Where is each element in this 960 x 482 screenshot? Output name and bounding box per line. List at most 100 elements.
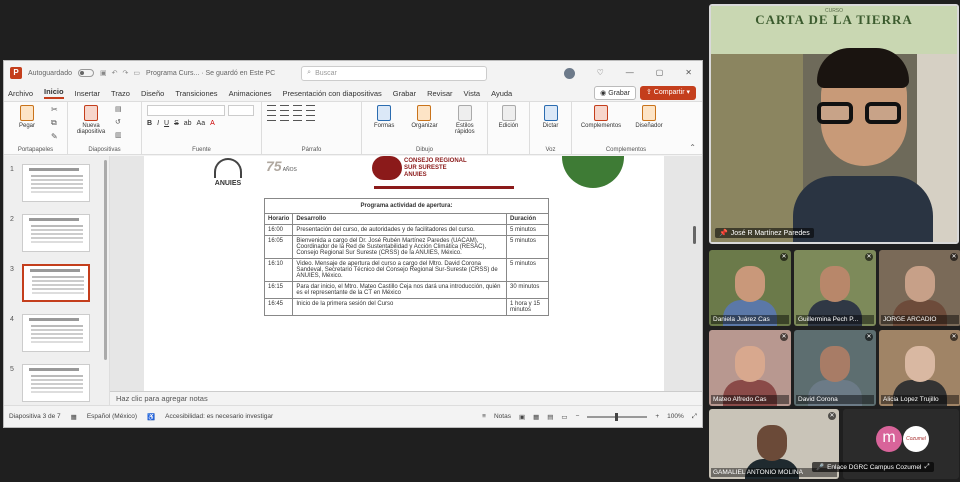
editing-button[interactable]: Edición bbox=[493, 105, 524, 129]
thumbnail[interactable]: 1 bbox=[10, 164, 109, 204]
addins-button[interactable]: Complementos bbox=[577, 105, 625, 129]
slide-canvas: ANUIES 75 AÑOS CONSEJO REGIONAL SUR SURE… bbox=[110, 156, 702, 405]
language-status[interactable]: Español (México) bbox=[87, 413, 137, 420]
participant-tile[interactable]: ✕ David Corona bbox=[794, 330, 876, 406]
align-right-icon[interactable] bbox=[293, 115, 302, 121]
zoom-in-icon[interactable]: + bbox=[655, 413, 659, 420]
tab-trazo[interactable]: Trazo bbox=[111, 89, 130, 98]
bullets-icon[interactable] bbox=[267, 105, 276, 111]
italic-icon[interactable]: I bbox=[157, 120, 159, 127]
close-button[interactable]: ✕ bbox=[685, 68, 692, 79]
dictate-button[interactable]: Dictar bbox=[535, 105, 566, 129]
zoom-slider[interactable] bbox=[587, 412, 648, 421]
tab-insertar[interactable]: Insertar bbox=[75, 89, 100, 98]
tab-archivo[interactable]: Archivo bbox=[8, 89, 33, 98]
align-center-icon[interactable] bbox=[280, 115, 289, 121]
accessibility-status[interactable]: Accesibilidad: es necesario investigar bbox=[165, 413, 273, 420]
participant-tile[interactable]: ✕ Mateo Alfredo Cas bbox=[709, 330, 791, 406]
spellcheck-icon[interactable]: ▦ bbox=[71, 413, 77, 421]
collapse-ribbon-icon[interactable]: ⌃ bbox=[689, 143, 696, 152]
save-icon[interactable]: ▣ bbox=[100, 69, 107, 77]
font-family-select[interactable] bbox=[147, 105, 225, 116]
new-slide-button[interactable]: Nueva diapositiva bbox=[73, 105, 109, 135]
present-icon[interactable]: ▭ bbox=[133, 69, 140, 77]
case-icon[interactable]: Aa bbox=[197, 120, 206, 127]
minimize-button[interactable]: — bbox=[626, 68, 634, 79]
designer-button[interactable]: Diseñador bbox=[631, 105, 667, 129]
participant-tile[interactable]: ✕ Guillermina Pech P... bbox=[794, 250, 876, 326]
tab-transiciones[interactable]: Transiciones bbox=[175, 89, 217, 98]
zoom-level[interactable]: 100% bbox=[667, 413, 684, 420]
quick-styles-button[interactable]: Estilos rápidos bbox=[448, 105, 482, 135]
search-input[interactable]: ⌕ Buscar bbox=[301, 65, 488, 81]
slideshow-icon[interactable]: ▭ bbox=[561, 413, 567, 421]
paste-button[interactable]: Pegar bbox=[9, 105, 45, 129]
tab-revisar[interactable]: Revisar bbox=[427, 89, 452, 98]
share-button[interactable]: ⇪ Compartir ▾ bbox=[639, 86, 696, 100]
accessibility-icon[interactable]: ♿ bbox=[147, 413, 155, 421]
notes-toggle[interactable]: Notas bbox=[494, 413, 511, 420]
copy-icon[interactable]: ⧉ bbox=[51, 118, 58, 128]
thumbnail[interactable]: 2 bbox=[10, 214, 109, 254]
speaker-video[interactable]: CURSO CARTA DE LA TIERRA 📌 José R Martín… bbox=[709, 4, 959, 244]
canvas-scroll-thumb[interactable] bbox=[693, 226, 696, 244]
canvas-scrollbar[interactable] bbox=[693, 156, 698, 405]
bold-icon[interactable]: B bbox=[147, 120, 152, 127]
strikethrough-icon[interactable]: S bbox=[174, 120, 179, 127]
format-painter-icon[interactable]: ✎ bbox=[51, 132, 58, 141]
char-spacing-icon[interactable]: ab bbox=[184, 120, 192, 127]
indent-icon[interactable] bbox=[293, 105, 302, 111]
thumbnail[interactable]: 4 bbox=[10, 314, 109, 354]
account-avatar[interactable] bbox=[563, 67, 575, 79]
zoom-out-icon[interactable]: − bbox=[576, 413, 580, 420]
group-label-drawing: Dibujo bbox=[415, 147, 433, 153]
normal-view-icon[interactable]: ▣ bbox=[519, 413, 525, 421]
document-title[interactable]: Programa Curs... · Se guardó en Este PC bbox=[146, 70, 275, 77]
tab-presentacion[interactable]: Presentación con diapositivas bbox=[283, 89, 382, 98]
font-color-icon[interactable]: A bbox=[210, 120, 215, 127]
outdent-icon[interactable] bbox=[306, 105, 315, 111]
notes-icon[interactable]: ≡ bbox=[482, 413, 486, 420]
undo-icon[interactable]: ↶ bbox=[112, 69, 118, 77]
grabar-button[interactable]: ◉ Grabar bbox=[594, 86, 636, 100]
participant-name: David Corona bbox=[796, 395, 874, 404]
autosave-toggle[interactable] bbox=[77, 69, 94, 77]
slide-page[interactable]: ANUIES 75 AÑOS CONSEJO REGIONAL SUR SURE… bbox=[144, 156, 664, 402]
tab-grabar[interactable]: Grabar bbox=[393, 89, 416, 98]
lightbulb-icon[interactable]: ♡ bbox=[597, 68, 604, 79]
shapes-button[interactable]: Formas bbox=[367, 105, 401, 129]
participant-tile[interactable]: ✕ Alicia Lopez Trujillo bbox=[879, 330, 960, 406]
notes-pane[interactable]: Haz clic para agregar notas bbox=[110, 391, 702, 405]
participant-tile[interactable]: ✕ Daniela Juárez Cas bbox=[709, 250, 791, 326]
numbering-icon[interactable] bbox=[280, 105, 289, 111]
font-size-select[interactable] bbox=[228, 105, 254, 116]
align-left-icon[interactable] bbox=[267, 115, 276, 121]
tab-vista[interactable]: Vista bbox=[464, 89, 481, 98]
redo-icon[interactable]: ↷ bbox=[122, 69, 128, 77]
thumbnail[interactable]: 5 bbox=[10, 364, 109, 404]
sorter-view-icon[interactable]: ▦ bbox=[533, 413, 539, 421]
tab-diseno[interactable]: Diseño bbox=[141, 89, 164, 98]
cut-icon[interactable]: ✂ bbox=[51, 105, 58, 114]
layout-icon[interactable]: ▤ bbox=[115, 105, 122, 113]
expand-icon[interactable]: ⤢ bbox=[924, 463, 929, 471]
arrange-button[interactable]: Organizar bbox=[407, 105, 441, 129]
enlace-name: Enlace DGRC Campus Cozumel bbox=[827, 463, 922, 471]
tab-animaciones[interactable]: Animaciones bbox=[229, 89, 272, 98]
pin-icon[interactable]: 📌 bbox=[719, 229, 728, 237]
participant-tile[interactable]: ✕ JORGE ARCADIO bbox=[879, 250, 960, 326]
underline-icon[interactable]: U bbox=[164, 120, 169, 127]
fit-slide-icon[interactable]: ⤢ bbox=[692, 413, 697, 421]
thumbnail-number: 1 bbox=[10, 166, 14, 173]
reading-view-icon[interactable]: ▤ bbox=[547, 413, 553, 421]
section-icon[interactable]: ▥ bbox=[115, 131, 122, 139]
row-desc: Para dar inicio, el Mtro. Mateo Castillo… bbox=[292, 281, 507, 299]
reset-icon[interactable]: ↺ bbox=[115, 118, 122, 126]
tab-inicio[interactable]: Inicio bbox=[44, 87, 64, 99]
maximize-button[interactable]: ▢ bbox=[656, 68, 664, 79]
justify-icon[interactable] bbox=[306, 115, 315, 121]
thumbnail-active[interactable]: 3 bbox=[10, 264, 109, 304]
tab-ayuda[interactable]: Ayuda bbox=[491, 89, 512, 98]
thumbnail-scrollbar[interactable] bbox=[104, 160, 107, 360]
shapes-label: Formas bbox=[373, 123, 395, 129]
